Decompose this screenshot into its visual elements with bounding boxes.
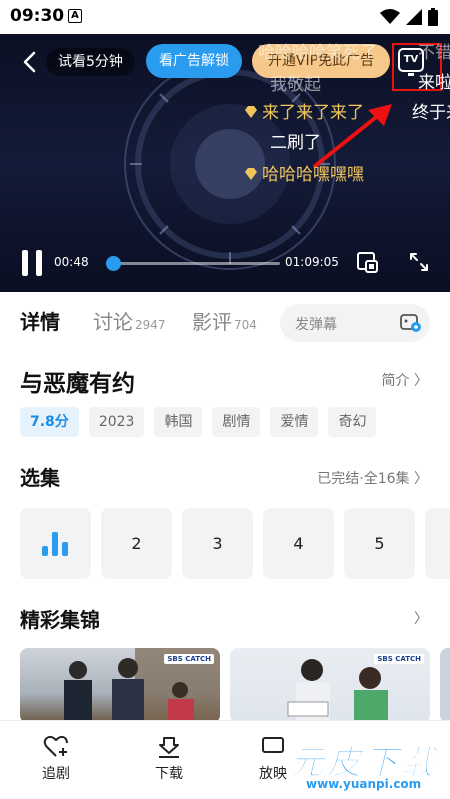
show-title: 与恶魔有约 (20, 371, 135, 397)
chevron-right-icon: 〉 (414, 373, 428, 389)
player-top-row: 试看5分钟 看广告解锁 开通VIP免此广告 TV (0, 44, 450, 78)
tag-list: 7.8分 2023 韩国 剧情 爱情 奇幻 (20, 407, 377, 437)
danmu-input[interactable]: 发弹幕 (280, 304, 430, 342)
highlight-badge: SBS CATCH (374, 654, 424, 664)
fullscreen-icon[interactable] (407, 250, 431, 274)
follow-button[interactable]: 追剧 (26, 735, 86, 783)
highlight-thumbnail[interactable]: SBS CATCH (230, 648, 430, 723)
current-time: 00:48 (54, 255, 89, 269)
highlight-thumbnail[interactable]: SBS CATCH (20, 648, 220, 723)
heart-plus-icon (43, 735, 68, 757)
episodes-title: 选集 (20, 466, 60, 490)
episode-1-playing[interactable] (20, 508, 91, 579)
pause-icon[interactable] (22, 250, 44, 276)
danmu-comment: 来啦 (418, 73, 450, 93)
tab-discussion[interactable]: 讨论 2947 (93, 306, 166, 335)
status-time: 09:30 (10, 6, 65, 26)
signal-icon (406, 9, 422, 25)
intro-label: 简介 (381, 373, 410, 389)
site-watermark: 元皮下载 www.yuanpi.com (268, 735, 440, 795)
watermark-url: www.yuanpi.com (306, 777, 422, 791)
episode-item[interactable]: 4 (263, 508, 334, 579)
danmu-comment: 哈哈哈哈笑死了 (258, 43, 377, 63)
player-controls: 00:48 01:09:05 (0, 244, 450, 284)
episode-item[interactable]: 5 (344, 508, 415, 579)
danmu-text: 来了来了来了 (262, 103, 364, 123)
trial-label: 试看5分钟 (46, 48, 135, 76)
tag[interactable]: 爱情 (270, 407, 319, 437)
status-bar: 09:30 A (0, 0, 450, 34)
danmu-vip-comment: 来了来了来了 (244, 98, 364, 123)
rating-tag: 7.8分 (20, 407, 79, 437)
download-label: 下载 (155, 766, 183, 782)
picture-in-picture-icon[interactable] (355, 250, 379, 274)
tag[interactable]: 奇幻 (328, 407, 377, 437)
episodes-all-link[interactable]: 已完结·全16集 〉 (317, 468, 428, 488)
chevron-right-icon: 〉 (414, 611, 428, 627)
battery-icon (428, 8, 438, 26)
tab-label: 讨论 (93, 310, 133, 334)
download-button[interactable]: 下载 (139, 735, 199, 783)
wifi-icon (380, 9, 400, 24)
highlight-badge: SBS CATCH (164, 654, 214, 664)
detail-tabs: 详情 讨论 2947 影评 704 发弹幕 (0, 292, 450, 352)
highlight-thumbnail-partial[interactable] (440, 648, 450, 723)
tab-details[interactable]: 详情 (20, 306, 60, 335)
episode-item-partial[interactable] (425, 508, 450, 579)
bottom-action-bar: 追剧 下载 放映 元皮下载 www.yuanpi.com (0, 720, 450, 799)
status-icons (380, 8, 438, 26)
progress-bar[interactable] (105, 256, 280, 271)
intro-link[interactable]: 简介 〉 (382, 370, 428, 390)
tag[interactable]: 剧情 (212, 407, 261, 437)
download-icon (159, 737, 179, 758)
playing-bars-icon (42, 532, 70, 556)
episodes-status: 已完结·全16集 (317, 471, 410, 487)
tab-count: 2947 (135, 318, 166, 332)
progress-knob[interactable] (105, 256, 121, 271)
tab-reviews[interactable]: 影评 704 (192, 306, 257, 335)
danmu-vip-comment: 哈哈哈嘿嘿嘿 (244, 160, 364, 185)
danmu-comment: 二刷了 (270, 133, 321, 153)
back-arrow-icon[interactable] (18, 50, 42, 74)
tag[interactable]: 2023 (88, 407, 145, 437)
chevron-right-icon: 〉 (414, 471, 428, 487)
episode-item[interactable]: 3 (182, 508, 253, 579)
danmu-comment: 我敬起 (270, 75, 321, 95)
episode-item[interactable]: 2 (101, 508, 172, 579)
highlight-list: SBS CATCH SBS CATCH (20, 648, 450, 723)
danmu-placeholder: 发弹幕 (295, 317, 337, 333)
ad-unlock-button[interactable]: 看广告解锁 (146, 44, 242, 78)
tab-label: 详情 (20, 310, 60, 334)
notification-icon: A (68, 9, 82, 23)
danmu-text: 哈哈哈嘿嘿嘿 (262, 165, 364, 185)
danmu-comment: 不错 (418, 43, 450, 63)
follow-label: 追剧 (42, 766, 70, 782)
tag[interactable]: 韩国 (154, 407, 203, 437)
total-time: 01:09:05 (285, 255, 339, 269)
danmu-comment: 终于来 (412, 103, 450, 123)
episode-list: 2 3 4 5 (20, 508, 450, 579)
highlights-title: 精彩集锦 (20, 608, 100, 632)
highlights-more[interactable]: 〉 (414, 608, 428, 628)
tab-label: 影评 (192, 310, 232, 334)
tab-count: 704 (234, 318, 257, 332)
diamond-icon (245, 106, 257, 118)
danmu-settings-icon[interactable] (400, 313, 422, 333)
diamond-icon (245, 168, 257, 180)
video-player[interactable]: 试看5分钟 看广告解锁 开通VIP免此广告 TV 哈哈哈哈笑死了 不错 我敬起 … (0, 34, 450, 292)
